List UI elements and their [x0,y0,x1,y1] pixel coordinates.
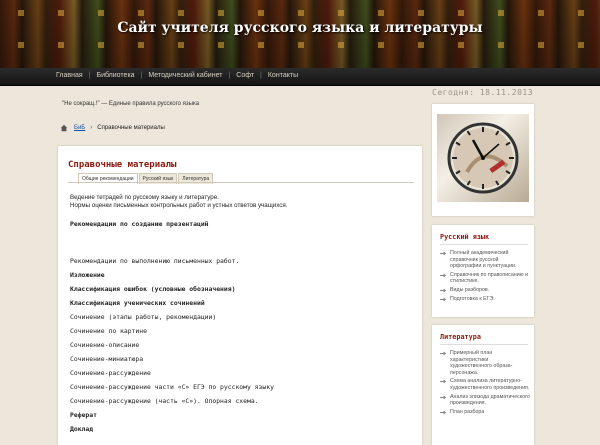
bookshelf-decoration [0,42,600,48]
current-date: Сегодня: 18.11.2013 [432,88,534,97]
content-link[interactable]: Реферат [70,408,410,422]
breadcrumb-separator: › [90,125,93,131]
sidebar-link-label: Полный академический справочник русской … [450,250,517,270]
sidebar-heading: Русский язык [440,233,490,241]
nav-item-methods[interactable]: Методический кабинет [148,72,222,79]
content-link[interactable]: Доклад [70,422,410,436]
content-link[interactable]: Нормы оценки письменных контрольных рабо… [70,202,410,210]
divider [440,344,528,345]
home-icon[interactable] [60,124,68,132]
divider [440,244,528,245]
content-link[interactable]: Сочинение-описание [70,338,410,352]
nav-separator: | [88,72,91,79]
clock-icon [447,122,519,194]
clock-widget [432,104,534,216]
bookshelf-decoration [0,10,600,16]
nav-item-home[interactable]: Главная [56,72,83,79]
main-content: Справочные материалы Общие рекомендации … [58,146,422,445]
sidebar-link-label: Справочник по правописанию и стилистике. [450,271,529,285]
sidebar-link[interactable]: Полный академический справочник русской … [440,250,530,270]
content-link[interactable]: Сочинение по картине [70,324,410,338]
sidebar-link-label: Виды разборов. [450,286,490,293]
arrow-right-icon [440,351,447,356]
sidebar-link[interactable]: Схема анализа литературно-художественног… [440,378,530,391]
sidebar-heading: Литература [440,333,481,341]
breadcrumb-current: Справочные материалы [97,125,165,131]
content-link[interactable]: Сочинение (этапы работы, рекомендации) [70,310,410,324]
content-link[interactable]: Сочинение-рассуждение (часть «С»). Опорн… [70,394,410,408]
content-link[interactable]: Классификация ошибок (условные обозначен… [70,282,410,296]
content-link[interactable]: Классификация ученических сочинений [70,296,410,310]
content-link[interactable]: Сочинение-миниатюра [70,352,410,366]
sidebar-link-label: Подготовка к ЕГЭ. [450,295,495,302]
nav-item-contacts[interactable]: Контакты [268,72,298,79]
nav-item-software[interactable]: Софт [236,72,254,79]
sidebar-link[interactable]: Анализ эпизода драматического произведен… [440,394,530,407]
sidebar-link[interactable]: Виды разборов. [440,287,530,294]
page-title: Справочные материалы [68,160,177,170]
sidebar-link-label: Примерный план характеристики художестве… [450,350,513,376]
breadcrumb-home-link[interactable]: БиБ [74,125,85,131]
content-link[interactable]: Рекомендации по созданию презентаций [70,217,410,231]
arrow-right-icon [440,251,447,256]
clock-image [437,114,529,202]
sidebar-russian: Русский язык Полный академический справо… [432,225,534,317]
sidebar-link[interactable]: Примерный план характеристики художестве… [440,350,530,376]
sidebar-link-label: Схема анализа литературно-художественног… [450,378,530,391]
content-link[interactable]: Рекомендации по выполнению письменных ра… [70,254,410,268]
content-link[interactable]: Сочинение-рассуждение [70,366,410,380]
sidebar-link[interactable]: План разбора [440,409,530,416]
content-link[interactable]: Изложение [70,268,410,282]
arrow-right-icon [440,380,447,384]
arrow-right-icon [440,273,447,278]
content-link[interactable]: Ведение тетрадей по русскому языку и лит… [70,194,410,202]
sidebar-link[interactable]: Справочник по правописанию и стилистике. [440,272,530,285]
nav-item-library[interactable]: Библиотека [96,72,134,79]
nav-separator: | [140,72,143,79]
header-quote: "Не сокращ.!" — Единые правила русского … [62,101,200,107]
sidebar-link[interactable]: Подготовка к ЕГЭ. [440,296,530,303]
arrow-right-icon [440,395,447,399]
tab-content: Ведение тетрадей по русскому языку и лит… [70,194,410,436]
nav-separator: | [260,72,262,79]
breadcrumb: БиБ › Справочные материалы [60,124,165,132]
arrow-right-icon [440,288,447,293]
nav-separator: | [228,72,231,79]
site-title[interactable]: Сайт учителя русского языка и литературы [0,20,600,36]
content-link[interactable]: Сочинение-рассуждение части «С» ЕГЭ по р… [70,380,410,394]
arrow-right-icon [440,410,447,415]
main-nav: Главная | Библиотека | Методический каби… [0,68,600,86]
sidebar-link-label: План разбора [450,408,485,415]
tab-divider [68,182,414,183]
sidebar-literature: Литература Примерный план характеристики… [432,325,534,445]
sidebar-link-label: Анализ эпизода драматического произведен… [450,393,530,407]
arrow-right-icon [440,297,447,301]
site-header: Сайт учителя русского языка и литературы [0,0,600,68]
